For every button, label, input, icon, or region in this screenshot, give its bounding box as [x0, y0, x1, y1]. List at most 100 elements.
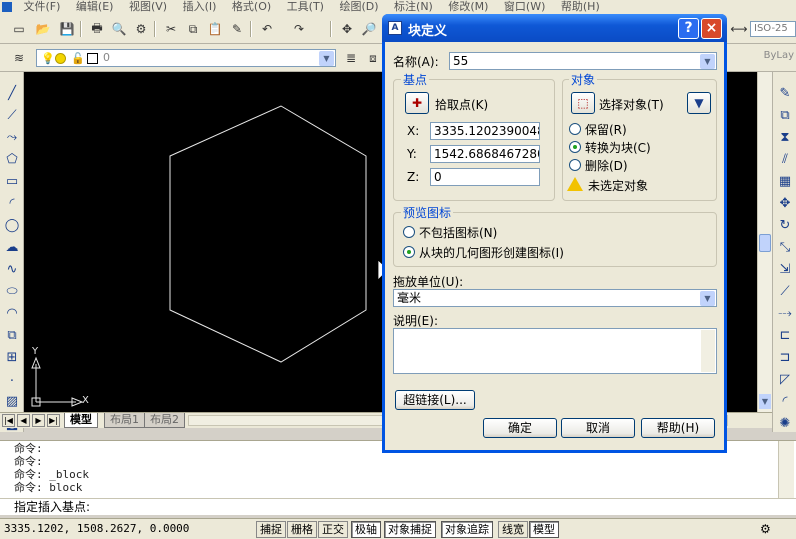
cancel-button[interactable]: 取消 [561, 418, 635, 438]
rotate-icon[interactable]: ↻ [776, 216, 794, 234]
ortho-toggle[interactable]: 正交 [318, 521, 348, 538]
match-properties-icon[interactable]: ✎ [228, 20, 246, 38]
pan-icon[interactable]: ✥ [338, 20, 356, 38]
select-objects-button[interactable]: ⬚ [571, 92, 595, 114]
chevron-down-icon[interactable]: ▼ [700, 291, 715, 306]
command-scrollbar[interactable] [778, 441, 794, 498]
mirror-icon[interactable]: ⧗ [776, 128, 794, 146]
chevron-down-icon[interactable]: ▼ [700, 54, 715, 69]
hatch-icon[interactable]: ▨ [3, 392, 21, 410]
circle-icon[interactable]: ◯ [3, 216, 21, 234]
copy-object-icon[interactable]: ⧉ [776, 106, 794, 124]
cut-icon[interactable]: ✂ [162, 20, 180, 38]
copy-icon[interactable]: ⧉ [184, 20, 202, 38]
snap-toggle[interactable]: 捕捉 [256, 521, 286, 538]
plot-preview-icon[interactable]: 🔍 [110, 20, 128, 38]
tab-model[interactable]: 模型 [64, 413, 98, 428]
ellipse-arc-icon[interactable]: ◠ [3, 304, 21, 322]
erase-icon[interactable]: ✎ [776, 84, 794, 102]
menu-modify[interactable]: 修改(M) [442, 0, 494, 14]
convert-radio[interactable] [569, 141, 581, 153]
array-icon[interactable]: ▦ [776, 172, 794, 190]
otrack-toggle[interactable]: 对象追踪 [441, 521, 493, 538]
offset-icon[interactable]: ⫽ [776, 150, 794, 168]
grid-toggle[interactable]: 栅格 [287, 521, 317, 538]
ellipse-icon[interactable]: ⬭ [3, 282, 21, 300]
close-button[interactable]: × [701, 18, 722, 39]
menu-view[interactable]: 视图(V) [123, 0, 173, 14]
layer-previous-icon[interactable]: ⧈ [364, 49, 382, 67]
tab-layout1[interactable]: 布局1 [104, 413, 145, 428]
move-icon[interactable]: ✥ [776, 194, 794, 212]
rectangle-icon[interactable]: ▭ [3, 172, 21, 190]
linetype-combo[interactable]: ByLay [728, 50, 796, 66]
paste-icon[interactable]: 📋 [206, 20, 224, 38]
trim-icon[interactable]: ⟋ [776, 282, 794, 300]
chamfer-icon[interactable]: ◸ [776, 370, 794, 388]
no-icon-radio[interactable] [403, 226, 415, 238]
layer-manager-icon[interactable]: ≋ [10, 49, 28, 67]
last-tab-icon[interactable]: ▶| [47, 414, 60, 427]
quick-select-button[interactable]: ▼ [687, 92, 711, 114]
tray-settings-icon[interactable]: ⚙ [760, 522, 771, 536]
osnap-toggle[interactable]: 对象捕捉 [384, 521, 436, 538]
polar-toggle[interactable]: 极轴 [351, 521, 381, 538]
command-line[interactable]: 指定插入基点: [0, 498, 796, 515]
arc-icon[interactable]: ◜ [3, 194, 21, 212]
canvas-vertical-scrollbar[interactable]: ▼ [757, 72, 772, 412]
line-icon[interactable]: ╱ [3, 84, 21, 102]
insert-block-icon[interactable]: ⧉ [3, 326, 21, 344]
dimstyle-combo[interactable]: ISO-25 [750, 21, 796, 37]
menu-format[interactable]: 格式(O) [226, 0, 277, 14]
make-block-icon[interactable]: ⊞ [3, 348, 21, 366]
fillet-icon[interactable]: ◜ [776, 392, 794, 410]
next-tab-icon[interactable]: ▶ [32, 414, 45, 427]
block-name-combo[interactable]: 55 ▼ [449, 52, 717, 70]
menu-edit[interactable]: 编辑(E) [70, 0, 120, 14]
chevron-down-icon[interactable]: ▼ [319, 51, 334, 66]
make-current-layer-icon[interactable]: ≣ [342, 49, 360, 67]
extend-icon[interactable]: ⤏ [776, 304, 794, 322]
tab-layout2[interactable]: 布局2 [144, 413, 185, 428]
help-button[interactable]: 帮助(H) [641, 418, 715, 438]
explode-icon[interactable]: ✺ [776, 414, 794, 432]
polyline-icon[interactable]: ⤳ [3, 128, 21, 146]
stretch-icon[interactable]: ⇲ [776, 260, 794, 278]
y-input[interactable]: 1542.686846728032 [430, 145, 540, 163]
construction-line-icon[interactable]: ⟋ [3, 106, 21, 124]
dialog-titlebar[interactable]: A 块定义 ? × [382, 14, 727, 42]
save-icon[interactable]: 💾 [58, 20, 76, 38]
units-combo[interactable]: 毫米 ▼ [393, 289, 717, 307]
lineweight-toggle[interactable]: 线宽 [498, 521, 528, 538]
pick-point-button[interactable]: ✚ [405, 92, 429, 114]
x-input[interactable]: 3335.120239004832 [430, 122, 540, 140]
scroll-down-icon[interactable]: ▼ [759, 394, 771, 409]
ok-button[interactable]: 确定 [483, 418, 557, 438]
print-icon[interactable]: 🖶 [88, 20, 106, 38]
break-icon[interactable]: ⊏ [776, 326, 794, 344]
description-scrollbar[interactable] [701, 330, 715, 372]
menu-tools[interactable]: 工具(T) [281, 0, 330, 14]
retain-radio[interactable] [569, 123, 581, 135]
first-tab-icon[interactable]: |◀ [2, 414, 15, 427]
polygon-icon[interactable]: ⬠ [3, 150, 21, 168]
menu-file[interactable]: 文件(F) [18, 0, 67, 14]
new-icon[interactable]: ▭ [10, 20, 28, 38]
prev-tab-icon[interactable]: ◀ [17, 414, 30, 427]
join-icon[interactable]: ⊐ [776, 348, 794, 366]
menu-dimension[interactable]: 标注(N) [388, 0, 439, 14]
layer-combo[interactable]: 💡 🔓 0 ▼ [36, 49, 336, 67]
z-input[interactable]: 0 [430, 168, 540, 186]
titlebar-help-button[interactable]: ? [678, 18, 699, 39]
redo-icon[interactable]: ↷ [290, 20, 308, 38]
menu-window[interactable]: 窗口(W) [498, 0, 551, 14]
publish-icon[interactable]: ⚙ [132, 20, 150, 38]
description-textarea[interactable] [393, 328, 717, 374]
model-toggle[interactable]: 模型 [529, 521, 559, 538]
revision-cloud-icon[interactable]: ☁ [3, 238, 21, 256]
delete-radio[interactable] [569, 159, 581, 171]
open-icon[interactable]: 📂 [34, 20, 52, 38]
scroll-thumb[interactable] [759, 234, 771, 252]
spline-icon[interactable]: ∿ [3, 260, 21, 278]
menu-help[interactable]: 帮助(H) [555, 0, 606, 14]
